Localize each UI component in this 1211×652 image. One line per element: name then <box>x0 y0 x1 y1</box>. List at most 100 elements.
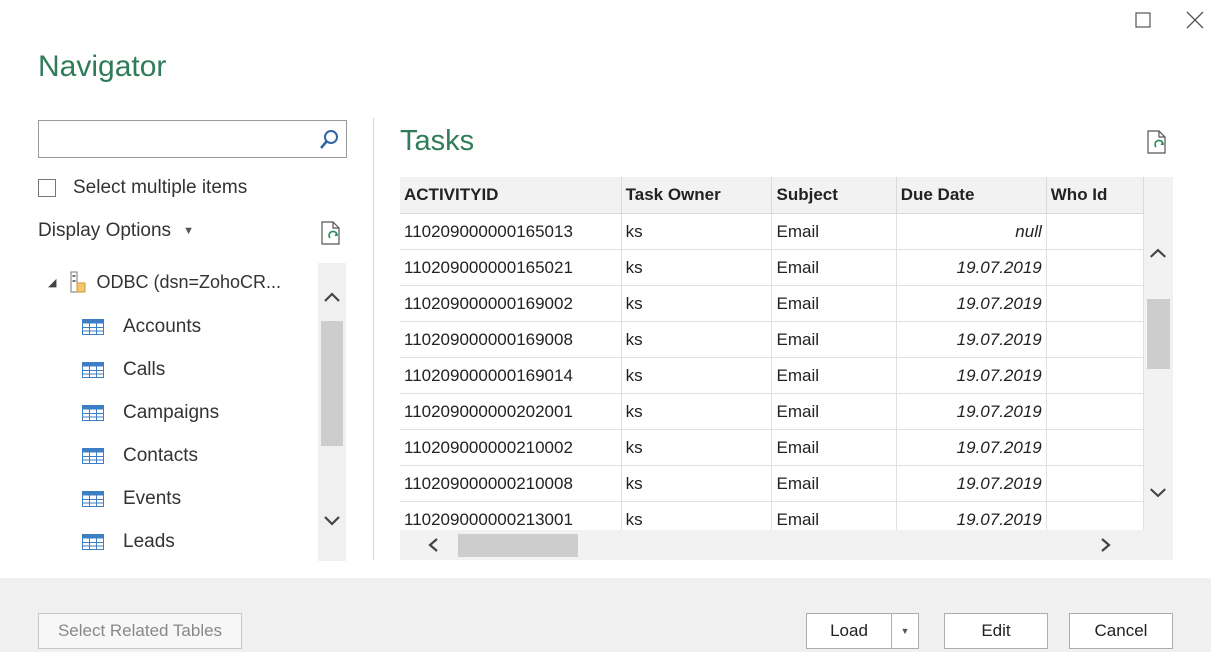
table-cell[interactable]: Email <box>771 357 897 394</box>
table-row[interactable]: 110209000000169014 ks Email 19.07.2019 <box>400 357 1144 394</box>
table-cell[interactable]: ks <box>621 501 773 530</box>
column-header[interactable]: Subject <box>771 177 897 214</box>
table-cell[interactable]: 110209000000169008 <box>400 321 622 358</box>
table-cell[interactable]: 19.07.2019 <box>896 249 1047 286</box>
table-cell[interactable]: 19.07.2019 <box>896 357 1047 394</box>
cancel-button[interactable]: Cancel <box>1069 613 1173 649</box>
tree-root-odbc[interactable]: ◢ ODBC (dsn=ZohoCR... <box>48 271 281 293</box>
table-cell[interactable]: ks <box>621 429 773 466</box>
table-cell[interactable] <box>1046 501 1144 530</box>
table-cell[interactable]: 110209000000210002 <box>400 429 622 466</box>
close-button[interactable] <box>1179 6 1211 34</box>
table-cell[interactable]: Email <box>771 429 897 466</box>
table-cell[interactable]: Email <box>771 501 897 530</box>
refresh-preview-icon[interactable] <box>1146 130 1168 156</box>
table-cell[interactable] <box>1046 249 1144 286</box>
table-row[interactable]: 110209000000213001 ks Email 19.07.2019 <box>400 501 1144 530</box>
table-row[interactable]: 110209000000210002 ks Email 19.07.2019 <box>400 429 1144 466</box>
scroll-down-icon[interactable] <box>1144 485 1172 501</box>
select-related-tables-button[interactable]: Select Related Tables <box>38 613 242 649</box>
scroll-left-icon[interactable] <box>426 537 442 553</box>
table-cell[interactable]: ks <box>621 465 773 502</box>
grid-horizontal-scrollbar[interactable] <box>400 530 1144 560</box>
scroll-up-icon[interactable] <box>318 289 346 305</box>
table-cell[interactable]: 110209000000165013 <box>400 213 622 250</box>
column-header[interactable]: Who Id <box>1046 177 1144 214</box>
table-cell[interactable]: 110209000000169002 <box>400 285 622 322</box>
table-cell[interactable]: 110209000000202001 <box>400 393 622 430</box>
tree-item-leads[interactable]: Leads <box>82 531 175 553</box>
tree-item-events[interactable]: Events <box>82 488 181 510</box>
table-cell[interactable]: 19.07.2019 <box>896 321 1047 358</box>
scroll-up-icon[interactable] <box>1144 245 1172 261</box>
maximize-button[interactable] <box>1127 6 1159 34</box>
load-button[interactable]: Load <box>806 613 892 649</box>
table-cell[interactable] <box>1046 357 1144 394</box>
search-input[interactable] <box>45 121 309 157</box>
table-cell[interactable]: ks <box>621 249 773 286</box>
tree-item-accounts[interactable]: Accounts <box>82 316 201 338</box>
collapse-triangle-icon[interactable]: ◢ <box>48 276 56 289</box>
table-cell[interactable] <box>1046 429 1144 466</box>
tree-item-label: Campaigns <box>123 402 220 423</box>
scroll-right-icon[interactable] <box>1097 537 1113 553</box>
grid-vertical-scrollbar-thumb[interactable] <box>1147 299 1170 369</box>
table-cell[interactable]: 19.07.2019 <box>896 501 1047 530</box>
table-cell[interactable]: 19.07.2019 <box>896 429 1047 466</box>
table-cell[interactable] <box>1046 285 1144 322</box>
table-cell[interactable]: null <box>896 213 1047 250</box>
select-multiple-checkbox[interactable] <box>38 179 56 197</box>
table-cell[interactable]: ks <box>621 357 773 394</box>
table-cell[interactable]: Email <box>771 465 897 502</box>
table-cell[interactable] <box>1046 393 1144 430</box>
grid-horizontal-scrollbar-thumb[interactable] <box>458 534 578 557</box>
table-row[interactable]: 110209000000210008 ks Email 19.07.2019 <box>400 465 1144 502</box>
close-icon <box>1186 11 1204 29</box>
table-cell[interactable]: 19.07.2019 <box>896 393 1047 430</box>
table-cell[interactable]: ks <box>621 213 773 250</box>
table-cell[interactable]: 110209000000169014 <box>400 357 622 394</box>
table-cell[interactable]: Email <box>771 393 897 430</box>
table-row[interactable]: 110209000000169008 ks Email 19.07.2019 <box>400 321 1144 358</box>
tree-scrollbar[interactable] <box>318 263 346 561</box>
table-row[interactable]: 110209000000165013 ks Email null <box>400 213 1144 250</box>
table-row[interactable]: 110209000000169002 ks Email 19.07.2019 <box>400 285 1144 322</box>
table-cell[interactable]: Email <box>771 321 897 358</box>
table-cell[interactable]: Email <box>771 285 897 322</box>
tree-scrollbar-thumb[interactable] <box>321 321 343 446</box>
column-header[interactable]: ACTIVITYID <box>400 177 622 214</box>
search-icon[interactable] <box>318 129 340 151</box>
database-icon <box>70 271 86 293</box>
chevron-down-icon: ▼ <box>183 225 194 237</box>
table-row[interactable]: 110209000000202001 ks Email 19.07.2019 <box>400 393 1144 430</box>
column-header[interactable]: Task Owner <box>621 177 773 214</box>
table-cell[interactable] <box>1046 213 1144 250</box>
tree-item-campaigns[interactable]: Campaigns <box>82 402 219 424</box>
table-cell[interactable]: 110209000000165021 <box>400 249 622 286</box>
table-cell[interactable]: 19.07.2019 <box>896 285 1047 322</box>
grid-vertical-scrollbar[interactable] <box>1144 213 1173 530</box>
table-cell[interactable]: 110209000000213001 <box>400 501 622 530</box>
column-header[interactable]: Due Date <box>896 177 1047 214</box>
search-box[interactable] <box>38 120 347 158</box>
table-cell[interactable]: 110209000000210008 <box>400 465 622 502</box>
scroll-down-icon[interactable] <box>318 513 346 529</box>
refresh-preview-icon[interactable] <box>320 221 342 247</box>
tree-item-calls[interactable]: Calls <box>82 359 165 381</box>
table-cell[interactable]: Email <box>771 213 897 250</box>
table-cell[interactable]: Email <box>771 249 897 286</box>
table-cell[interactable]: ks <box>621 393 773 430</box>
table-row[interactable]: 110209000000165021 ks Email 19.07.2019 <box>400 249 1144 286</box>
select-multiple-label: Select multiple items <box>73 177 248 198</box>
tree-item-contacts[interactable]: Contacts <box>82 445 198 467</box>
table-icon <box>82 491 104 507</box>
table-cell[interactable]: 19.07.2019 <box>896 465 1047 502</box>
table-cell[interactable] <box>1046 465 1144 502</box>
edit-button[interactable]: Edit <box>944 613 1048 649</box>
table-cell[interactable]: ks <box>621 321 773 358</box>
table-cell[interactable]: ks <box>621 285 773 322</box>
select-multiple-row[interactable]: Select multiple items <box>38 176 247 200</box>
table-cell[interactable] <box>1046 321 1144 358</box>
display-options-dropdown[interactable]: Display Options ▼ <box>38 220 194 242</box>
load-options-dropdown[interactable]: ▼ <box>891 613 919 649</box>
